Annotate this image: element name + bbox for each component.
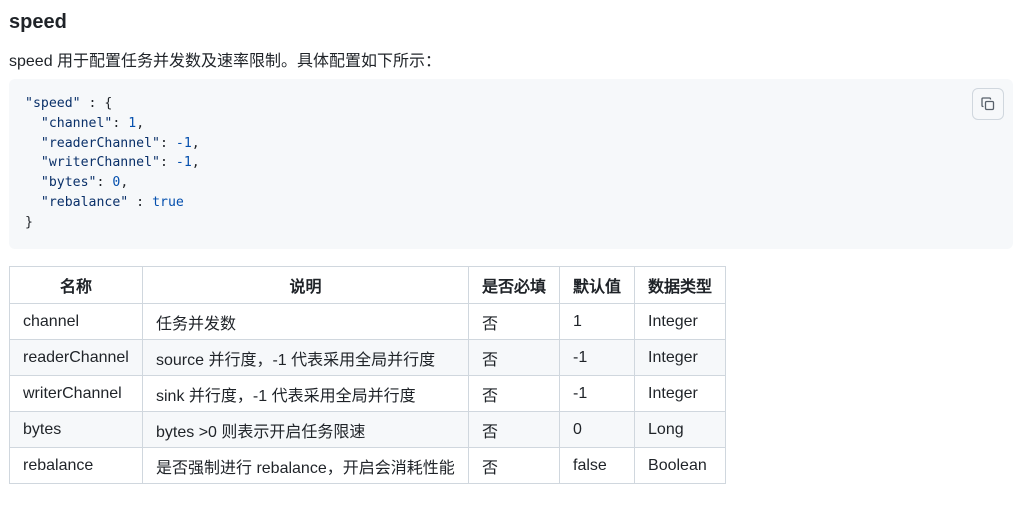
cell-name: rebalance: [9, 447, 143, 484]
cell-description: 任务并发数: [142, 303, 469, 340]
cell-type: Integer: [634, 375, 727, 412]
header-type: 数据类型: [634, 266, 727, 304]
table-row: rebalance 是否强制进行 rebalance，开启会消耗性能否 false B…: [9, 447, 727, 484]
copy-button[interactable]: [972, 88, 1004, 120]
cell-type: Boolean: [634, 447, 727, 484]
cell-default: -1: [559, 339, 636, 376]
table-row: bytes bytes >0 则表示开启任务限速否 0 Long: [9, 411, 727, 448]
cell-name: bytes: [9, 411, 143, 448]
cell-default: 1: [559, 303, 636, 340]
table-row: channel 任务并发数否 1 Integer: [9, 303, 727, 340]
cell-default: -1: [559, 375, 636, 412]
cell-required: 否: [467, 411, 561, 448]
code-token: "channel": [40, 115, 113, 131]
code-token: :: [112, 115, 129, 131]
cell-required: 否: [467, 375, 561, 412]
params-table: 名称 说明 是否必填 默认值 数据类型 channel 任务并发数否 1 Intege…: [9, 266, 727, 484]
header-description: 说明: [142, 266, 469, 304]
code-token: ,: [191, 135, 200, 151]
header-name: 名称: [9, 266, 143, 304]
code-token: ,: [120, 175, 129, 191]
code-content: "speed" : { "channel": 1, "readerChannel…: [25, 94, 997, 233]
cell-description: bytes >0 则表示开启任务限速: [142, 411, 469, 448]
header-required: 是否必填: [467, 266, 561, 304]
header-default: 默认值: [559, 266, 636, 304]
code-token: ,: [191, 155, 200, 171]
code-token: :: [96, 175, 113, 191]
code-token: :: [159, 155, 176, 171]
code-token: -1: [175, 155, 192, 171]
cell-required: 否: [467, 447, 561, 484]
cell-required: 否: [467, 339, 561, 376]
code-token: :: [128, 194, 153, 210]
cell-type: Integer: [634, 339, 727, 376]
cell-name: writerChannel: [9, 375, 143, 412]
table-row: readerChannel source 并行度，-1 代表采用全局并行度否 -1 I…: [9, 339, 727, 376]
table-header-row: 名称 说明 是否必填 默认值 数据类型: [9, 266, 727, 304]
cell-description: sink 并行度，-1 代表采用全局并行度: [142, 375, 469, 412]
intro-paragraph: speed 用于配置任务并发数及速率限制。具体配置如下所示：: [9, 53, 442, 70]
code-token: "rebalance": [40, 194, 129, 210]
code-token: ,: [136, 115, 145, 131]
cell-name: channel: [9, 303, 143, 340]
cell-default: 0: [559, 411, 636, 448]
cell-description: 是否强制进行 rebalance，开启会消耗性能: [142, 447, 469, 484]
code-token: "bytes": [40, 175, 97, 191]
cell-required: 否: [467, 303, 561, 340]
table-row: writerChannel sink 并行度，-1 代表采用全局并行度否 -1 Int…: [9, 375, 727, 412]
copy-icon: [980, 96, 996, 112]
cell-type: Long: [634, 411, 727, 448]
cell-default: false: [559, 447, 636, 484]
cell-name: readerChannel: [9, 339, 143, 376]
code-token: 1: [128, 115, 137, 131]
code-token: "speed": [25, 96, 81, 111]
code-token: true: [152, 194, 184, 210]
code-token: -1: [175, 135, 192, 151]
code-block: "speed" : { "channel": 1, "readerChannel…: [9, 79, 1013, 249]
section-heading: speed: [9, 11, 67, 33]
cell-type: Integer: [634, 303, 727, 340]
document-page: speed speed 用于配置任务并发数及速率限制。具体配置如下所示： "sp…: [0, 0, 1022, 484]
code-token: }: [25, 214, 33, 230]
code-token: "writerChannel": [40, 155, 160, 171]
code-token: "readerChannel": [40, 135, 160, 151]
code-token: :: [159, 135, 176, 151]
code-token: : {: [80, 96, 113, 111]
cell-description: source 并行度，-1 代表采用全局并行度: [142, 339, 469, 376]
